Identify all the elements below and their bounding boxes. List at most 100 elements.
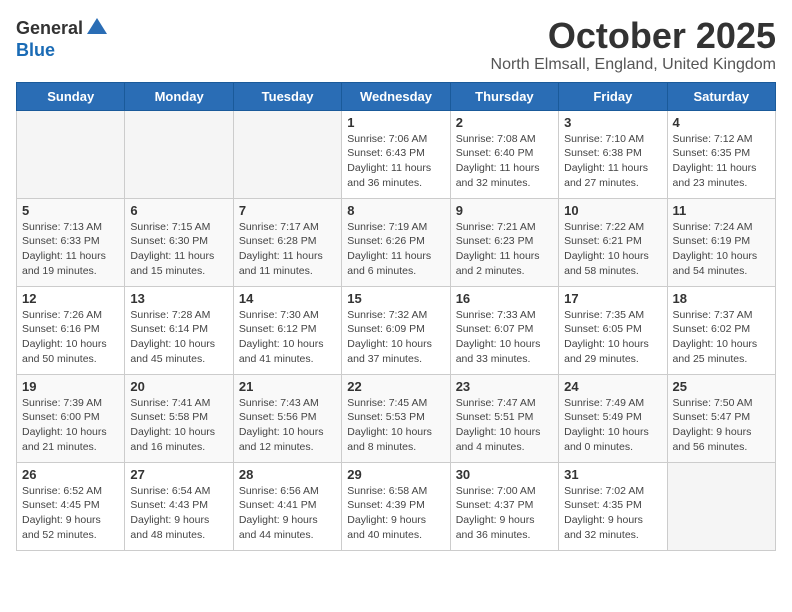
calendar-cell: 27Sunrise: 6:54 AM Sunset: 4:43 PM Dayli… [125, 462, 233, 550]
day-number: 15 [347, 291, 444, 306]
day-header-sunday: Sunday [17, 82, 125, 110]
day-number: 16 [456, 291, 553, 306]
calendar-week-4: 19 Sunrise: 7:39 AM Sunset: 6:00 PM Dayli… [17, 374, 776, 462]
logo-blue-text: Blue [16, 40, 55, 61]
day-number: 18 [673, 291, 770, 306]
day-info: Sunrise: 7:45 AM Sunset: 5:53 PM Dayligh… [347, 396, 444, 455]
calendar-cell [125, 110, 233, 198]
day-info: Sunrise: 6:58 AM Sunset: 4:39 PM Dayligh… [347, 484, 444, 543]
day-info: Sunrise: 7:49 AM Sunset: 5:49 PM Dayligh… [564, 396, 661, 455]
day-number: 27 [130, 467, 227, 482]
day-info: Sunrise: 7:39 AM Sunset: 6:00 PM Dayligh… [22, 396, 119, 455]
day-number: 1 [347, 115, 444, 130]
day-number: 22 [347, 379, 444, 394]
day-info: Sunrise: 7:28 AM Sunset: 6:14 PM Dayligh… [130, 308, 227, 367]
calendar-header-row: SundayMondayTuesdayWednesdayThursdayFrid… [17, 82, 776, 110]
day-info: Sunrise: 7:10 AM Sunset: 6:38 PM Dayligh… [564, 132, 661, 191]
calendar-body: 1Sunrise: 7:06 AM Sunset: 6:43 PM Daylig… [17, 110, 776, 550]
calendar-cell: 24 Sunrise: 7:49 AM Sunset: 5:49 PM Dayli… [559, 374, 667, 462]
day-info: Sunrise: 6:52 AM Sunset: 4:45 PM Dayligh… [22, 484, 119, 543]
day-number: 13 [130, 291, 227, 306]
calendar-table: SundayMondayTuesdayWednesdayThursdayFrid… [16, 82, 776, 551]
day-number: 5 [22, 203, 119, 218]
calendar-cell [17, 110, 125, 198]
day-header-friday: Friday [559, 82, 667, 110]
calendar-cell: 14Sunrise: 7:30 AM Sunset: 6:12 PM Dayli… [233, 286, 341, 374]
day-info: Sunrise: 7:35 AM Sunset: 6:05 PM Dayligh… [564, 308, 661, 367]
day-header-wednesday: Wednesday [342, 82, 450, 110]
day-number: 28 [239, 467, 336, 482]
day-number: 3 [564, 115, 661, 130]
calendar-cell: 21 Sunrise: 7:43 AM Sunset: 5:56 PM Dayli… [233, 374, 341, 462]
day-info: Sunrise: 7:41 AM Sunset: 5:58 PM Dayligh… [130, 396, 227, 455]
calendar-cell: 31Sunrise: 7:02 AM Sunset: 4:35 PM Dayli… [559, 462, 667, 550]
day-info: Sunrise: 7:02 AM Sunset: 4:35 PM Dayligh… [564, 484, 661, 543]
logo-general-text: General [16, 18, 83, 39]
day-info: Sunrise: 7:08 AM Sunset: 6:40 PM Dayligh… [456, 132, 553, 191]
calendar-cell: 20Sunrise: 7:41 AM Sunset: 5:58 PM Dayli… [125, 374, 233, 462]
page-header: General Blue October 2025 North Elmsall,… [16, 16, 776, 74]
day-info: Sunrise: 7:19 AM Sunset: 6:26 PM Dayligh… [347, 220, 444, 279]
day-info: Sunrise: 7:33 AM Sunset: 6:07 PM Dayligh… [456, 308, 553, 367]
calendar-cell: 1Sunrise: 7:06 AM Sunset: 6:43 PM Daylig… [342, 110, 450, 198]
calendar-cell: 28Sunrise: 6:56 AM Sunset: 4:41 PM Dayli… [233, 462, 341, 550]
calendar-cell: 4 Sunrise: 7:12 AM Sunset: 6:35 PM Daylig… [667, 110, 775, 198]
logo-icon [85, 16, 109, 40]
day-number: 12 [22, 291, 119, 306]
calendar-cell: 18 Sunrise: 7:37 AM Sunset: 6:02 PM Dayli… [667, 286, 775, 374]
day-info: Sunrise: 7:43 AM Sunset: 5:56 PM Dayligh… [239, 396, 336, 455]
day-number: 23 [456, 379, 553, 394]
day-header-monday: Monday [125, 82, 233, 110]
day-number: 26 [22, 467, 119, 482]
calendar-cell: 15 Sunrise: 7:32 AM Sunset: 6:09 PM Dayli… [342, 286, 450, 374]
calendar-cell: 25Sunrise: 7:50 AM Sunset: 5:47 PM Dayli… [667, 374, 775, 462]
calendar-cell: 29 Sunrise: 6:58 AM Sunset: 4:39 PM Dayli… [342, 462, 450, 550]
day-info: Sunrise: 7:32 AM Sunset: 6:09 PM Dayligh… [347, 308, 444, 367]
calendar-cell: 12 Sunrise: 7:26 AM Sunset: 6:16 PM Dayli… [17, 286, 125, 374]
day-number: 10 [564, 203, 661, 218]
calendar-cell [233, 110, 341, 198]
calendar-cell: 11 Sunrise: 7:24 AM Sunset: 6:19 PM Dayli… [667, 198, 775, 286]
title-section: October 2025 North Elmsall, England, Uni… [491, 16, 776, 74]
day-info: Sunrise: 7:21 AM Sunset: 6:23 PM Dayligh… [456, 220, 553, 279]
calendar-cell: 5Sunrise: 7:13 AM Sunset: 6:33 PM Daylig… [17, 198, 125, 286]
day-number: 24 [564, 379, 661, 394]
logo: General Blue [16, 16, 109, 61]
calendar-cell: 17Sunrise: 7:35 AM Sunset: 6:05 PM Dayli… [559, 286, 667, 374]
calendar-cell: 9Sunrise: 7:21 AM Sunset: 6:23 PM Daylig… [450, 198, 558, 286]
day-info: Sunrise: 7:17 AM Sunset: 6:28 PM Dayligh… [239, 220, 336, 279]
calendar-cell: 10 Sunrise: 7:22 AM Sunset: 6:21 PM Dayli… [559, 198, 667, 286]
calendar-week-2: 5Sunrise: 7:13 AM Sunset: 6:33 PM Daylig… [17, 198, 776, 286]
day-number: 25 [673, 379, 770, 394]
day-header-saturday: Saturday [667, 82, 775, 110]
day-number: 8 [347, 203, 444, 218]
day-number: 19 [22, 379, 119, 394]
day-number: 11 [673, 203, 770, 218]
calendar-cell: 6 Sunrise: 7:15 AM Sunset: 6:30 PM Daylig… [125, 198, 233, 286]
day-info: Sunrise: 7:24 AM Sunset: 6:19 PM Dayligh… [673, 220, 770, 279]
calendar-cell: 3 Sunrise: 7:10 AM Sunset: 6:38 PM Daylig… [559, 110, 667, 198]
day-header-thursday: Thursday [450, 82, 558, 110]
day-info: Sunrise: 7:00 AM Sunset: 4:37 PM Dayligh… [456, 484, 553, 543]
day-info: Sunrise: 7:15 AM Sunset: 6:30 PM Dayligh… [130, 220, 227, 279]
day-number: 21 [239, 379, 336, 394]
calendar-cell: 2 Sunrise: 7:08 AM Sunset: 6:40 PM Daylig… [450, 110, 558, 198]
location-title: North Elmsall, England, United Kingdom [491, 56, 776, 74]
day-info: Sunrise: 7:12 AM Sunset: 6:35 PM Dayligh… [673, 132, 770, 191]
day-info: Sunrise: 7:47 AM Sunset: 5:51 PM Dayligh… [456, 396, 553, 455]
day-info: Sunrise: 7:37 AM Sunset: 6:02 PM Dayligh… [673, 308, 770, 367]
day-number: 4 [673, 115, 770, 130]
calendar-cell: 13 Sunrise: 7:28 AM Sunset: 6:14 PM Dayli… [125, 286, 233, 374]
day-number: 29 [347, 467, 444, 482]
day-info: Sunrise: 7:26 AM Sunset: 6:16 PM Dayligh… [22, 308, 119, 367]
calendar-week-3: 12 Sunrise: 7:26 AM Sunset: 6:16 PM Dayli… [17, 286, 776, 374]
calendar-cell [667, 462, 775, 550]
day-number: 6 [130, 203, 227, 218]
day-header-tuesday: Tuesday [233, 82, 341, 110]
calendar-cell: 19 Sunrise: 7:39 AM Sunset: 6:00 PM Dayli… [17, 374, 125, 462]
day-number: 2 [456, 115, 553, 130]
calendar-cell: 26 Sunrise: 6:52 AM Sunset: 4:45 PM Dayli… [17, 462, 125, 550]
day-info: Sunrise: 7:22 AM Sunset: 6:21 PM Dayligh… [564, 220, 661, 279]
calendar-cell: 16 Sunrise: 7:33 AM Sunset: 6:07 PM Dayli… [450, 286, 558, 374]
day-number: 14 [239, 291, 336, 306]
